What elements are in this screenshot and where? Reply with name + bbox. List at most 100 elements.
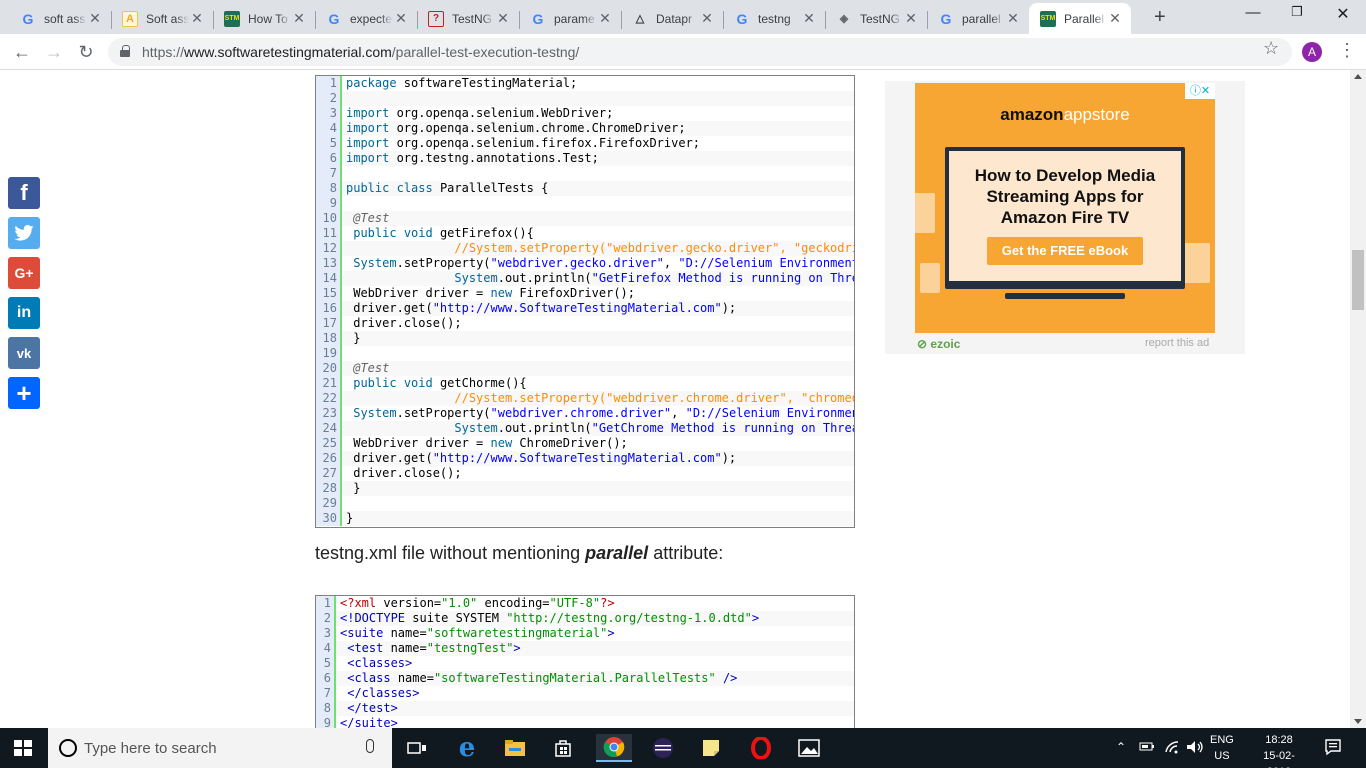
tab-close-icon[interactable]: ✕ <box>291 10 307 27</box>
volume-icon[interactable] <box>1186 740 1204 757</box>
language-indicator[interactable]: ENG US <box>1210 732 1234 764</box>
paragraph-emphasis: parallel <box>585 543 649 563</box>
browser-tab[interactable]: Gtestng ✕ <box>723 3 825 34</box>
close-window-button[interactable]: ✕ <box>1320 4 1366 24</box>
line-number: 2 <box>316 91 342 106</box>
ad-cta-button[interactable]: Get the FREE eBook <box>987 237 1143 265</box>
browser-tab[interactable]: ? TestNG ✕ <box>417 3 519 34</box>
scroll-down-arrow-icon[interactable] <box>1354 719 1362 724</box>
tab-close-icon[interactable]: ✕ <box>597 10 613 27</box>
file-explorer-icon[interactable] <box>500 734 530 762</box>
url-scheme: https:// <box>142 44 185 60</box>
report-ad-link[interactable]: report this ad <box>1145 337 1209 349</box>
store-icon[interactable] <box>548 734 578 762</box>
vk-icon[interactable]: vk <box>8 337 40 369</box>
tab-title: TestNG <box>860 11 901 26</box>
google-plus-icon[interactable]: G+ <box>8 257 40 289</box>
line-number: 4 <box>316 121 342 136</box>
twitter-icon[interactable] <box>8 217 40 249</box>
tab-close-icon[interactable]: ✕ <box>903 10 919 27</box>
share-add-icon[interactable]: + <box>8 377 40 409</box>
ezoic-logo[interactable]: ⊘ ezoic <box>917 337 960 351</box>
bookmark-star-icon[interactable]: ☆ <box>1263 38 1279 59</box>
tab-title: TestNG <box>452 11 493 26</box>
code-line: 12 //System.setProperty("webdriver.gecko… <box>316 241 854 256</box>
address-bar[interactable]: https://www.softwaretestingmaterial.com/… <box>108 38 1292 66</box>
browser-tab[interactable]: △ Datapr ✕ <box>621 3 723 34</box>
code-text: //System.setProperty("webdriver.chrome.d… <box>454 391 854 405</box>
tab-close-icon[interactable]: ✕ <box>1005 10 1021 27</box>
code-line: 7 <box>316 166 854 181</box>
browser-tab[interactable]: Gparallel ✕ <box>927 3 1029 34</box>
tab-close-icon[interactable]: ✕ <box>801 10 817 27</box>
wifi-icon[interactable] <box>1164 740 1180 757</box>
ad-choices-icon[interactable]: ⓘ✕ <box>1185 83 1215 99</box>
maximize-button[interactable]: ❐ <box>1274 4 1320 20</box>
sticky-notes-icon[interactable] <box>696 734 726 762</box>
microphone-icon[interactable] <box>366 739 374 753</box>
reload-button[interactable]: ↻ <box>76 42 96 63</box>
tab-close-icon[interactable]: ✕ <box>189 10 205 27</box>
code-text: @Test <box>346 211 390 225</box>
browser-menu-button[interactable]: ⋮ <box>1338 40 1356 61</box>
code-text: WebDriver driver = new ChromeDriver(); <box>346 436 628 450</box>
browser-tab[interactable]: STM Parallel ✕ <box>1029 3 1131 34</box>
battery-icon[interactable] <box>1139 740 1155 755</box>
code-text: } <box>346 511 354 525</box>
browser-tab[interactable]: Gsoft ass ✕ <box>9 3 111 34</box>
chrome-icon[interactable] <box>596 734 632 762</box>
task-view-icon[interactable] <box>402 734 432 762</box>
taskbar-clock[interactable]: 18:28 15-02-2019 <box>1252 732 1306 780</box>
browser-tab[interactable]: A Soft ass ✕ <box>111 3 213 34</box>
taskbar-search-box[interactable]: Type here to search <box>48 728 392 768</box>
browser-tab[interactable]: Gparame ✕ <box>519 3 621 34</box>
code-text: public void getFirefox(){ <box>353 226 534 240</box>
back-button[interactable]: ← <box>12 42 32 63</box>
forward-button[interactable]: → <box>44 42 64 63</box>
line-number: 17 <box>316 316 342 331</box>
advertisement[interactable]: ⓘ✕ amazonappstore How to Develop Media S… <box>915 83 1215 333</box>
tab-close-icon[interactable]: ✕ <box>1107 10 1123 27</box>
scrollbar-thumb[interactable] <box>1352 250 1364 310</box>
minimize-button[interactable]: — <box>1230 4 1276 21</box>
action-center-icon[interactable] <box>1324 738 1342 759</box>
linkedin-icon[interactable]: in <box>8 297 40 329</box>
code-text: driver.close(); <box>346 466 462 480</box>
page-scrollbar[interactable] <box>1350 70 1366 728</box>
google-icon: G <box>22 10 34 27</box>
facebook-icon[interactable]: f <box>8 177 40 209</box>
photos-icon[interactable] <box>794 734 824 762</box>
tray-chevron-icon[interactable]: ⌃ <box>1116 740 1126 754</box>
new-tab-button[interactable]: + <box>1154 6 1166 29</box>
opera-icon[interactable] <box>746 734 776 762</box>
xml-code-block: 1 <?xml version="1.0" encoding="UTF-8"?> 2… <box>315 595 855 728</box>
browser-tab[interactable]: Gexpecte ✕ <box>315 3 417 34</box>
browser-tab[interactable]: ◈ TestNG ✕ <box>825 3 927 34</box>
line-number: 3 <box>316 626 336 641</box>
code-line: 25 WebDriver driver = new ChromeDriver()… <box>316 436 854 451</box>
line-number: 1 <box>316 76 342 91</box>
scroll-up-arrow-icon[interactable] <box>1354 74 1362 79</box>
line-number: 7 <box>316 166 342 181</box>
code-line: 1 <?xml version="1.0" encoding="UTF-8"?> <box>316 596 854 611</box>
line-number: 1 <box>316 596 336 611</box>
tab-close-icon[interactable]: ✕ <box>699 10 715 27</box>
clock-time: 18:28 <box>1265 734 1293 746</box>
cortana-icon <box>59 739 77 757</box>
profile-avatar[interactable]: A <box>1302 42 1322 62</box>
edge-icon[interactable]: e <box>452 733 482 763</box>
code-text: public void getChorme(){ <box>353 376 527 390</box>
browser-tab[interactable]: STM How To ✕ <box>213 3 315 34</box>
code-line: 28 } <box>316 481 854 496</box>
url-text[interactable]: https://www.softwaretestingmaterial.com/… <box>142 44 579 60</box>
windows-start-icon[interactable] <box>14 740 32 756</box>
code-line: 14 System.out.println("GetFirefox Method… <box>316 271 854 286</box>
tab-close-icon[interactable]: ✕ <box>495 10 511 27</box>
code-line: 19 <box>316 346 854 361</box>
eclipse-icon[interactable] <box>648 734 678 762</box>
line-number: 12 <box>316 241 342 256</box>
tab-title: Datapr <box>656 11 693 26</box>
tab-close-icon[interactable]: ✕ <box>393 10 409 27</box>
tab-close-icon[interactable]: ✕ <box>87 10 103 27</box>
tv-stand <box>1005 293 1125 299</box>
